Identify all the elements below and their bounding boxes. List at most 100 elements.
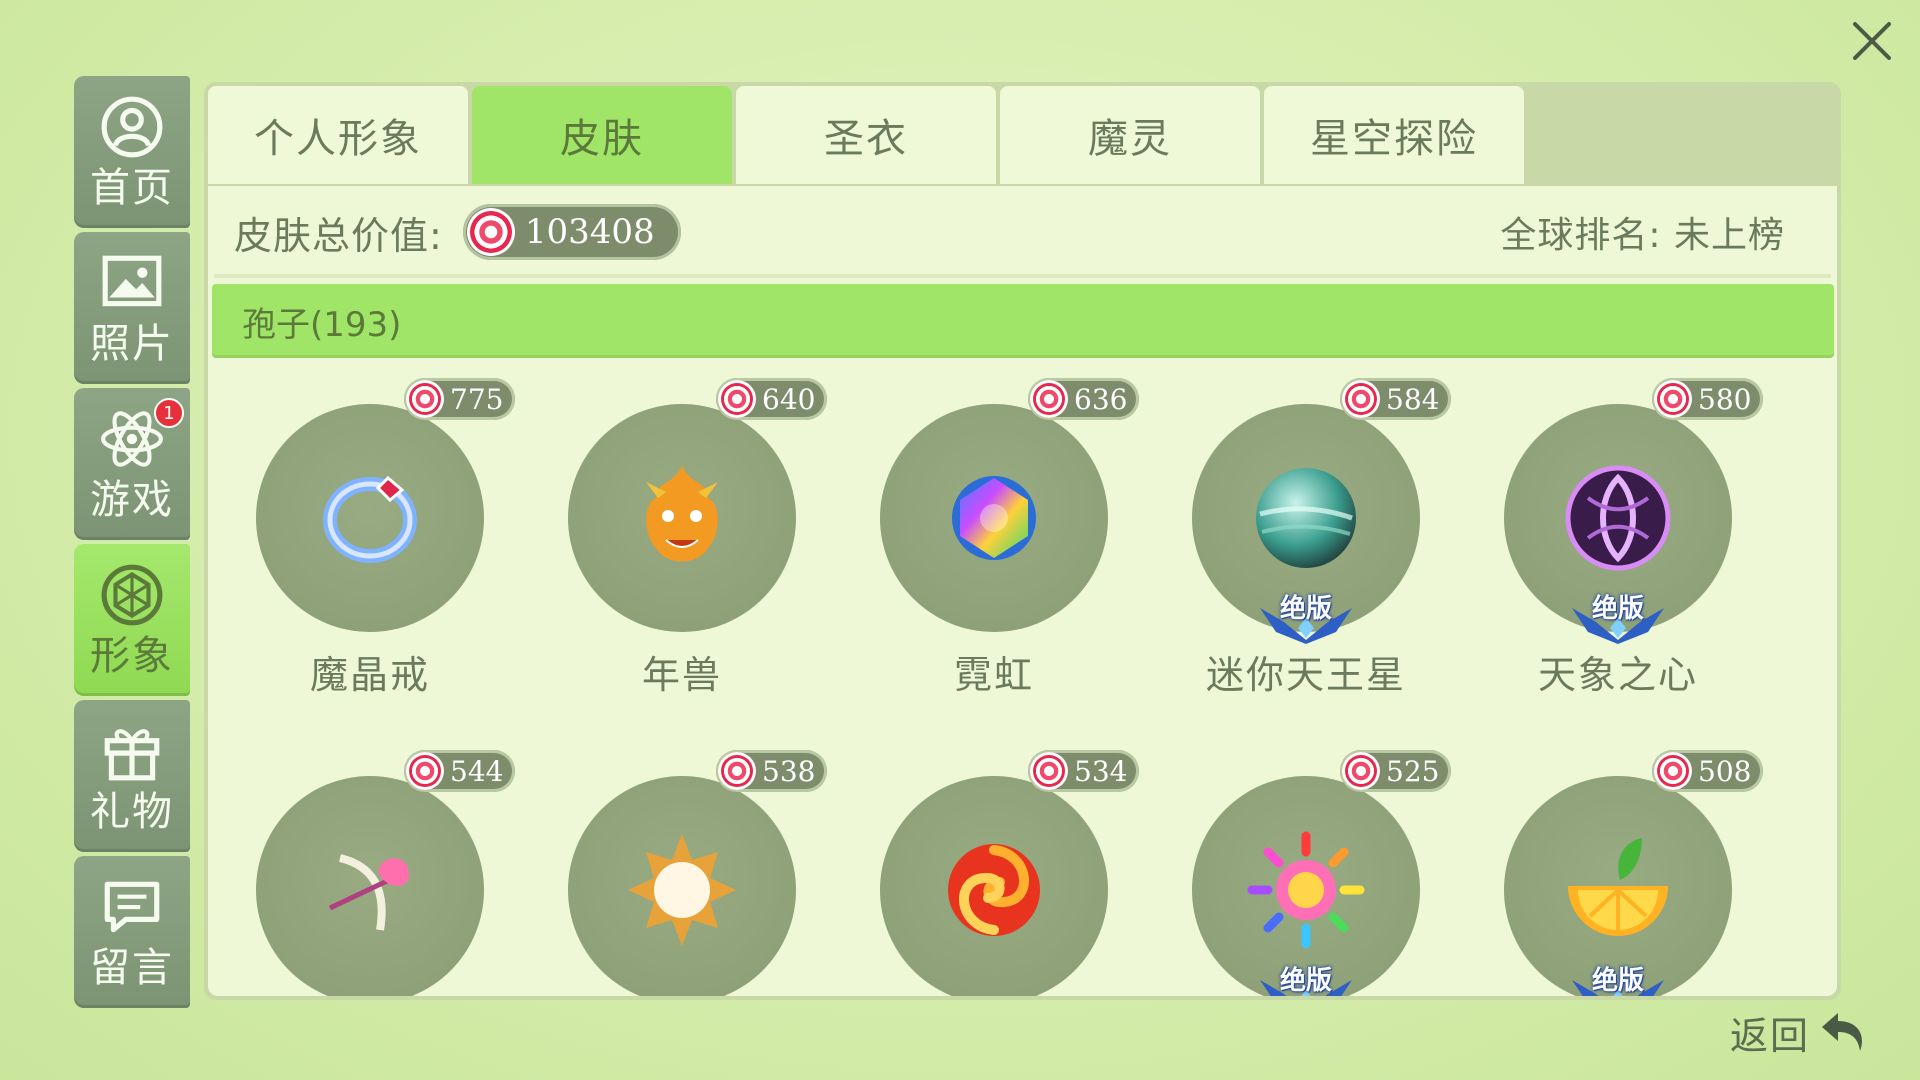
candy-coin-icon [718, 380, 756, 418]
candy-coin-icon [1030, 752, 1068, 790]
skin-name: 魔晶戒 [309, 653, 430, 697]
category-header-spores[interactable]: 孢子(193) [212, 284, 1834, 358]
skin-item[interactable]: 584 绝版 迷你天王星 [1144, 366, 1452, 706]
price-pill: 584 [1340, 378, 1452, 420]
back-label: 返回 [1730, 1013, 1811, 1058]
candy-coin-icon [406, 380, 444, 418]
candy-coin-icon [406, 752, 444, 790]
skin-name: 年兽 [641, 653, 722, 697]
price-value: 775 [450, 382, 504, 416]
skin-item[interactable]: 508 绝版 [1456, 738, 1764, 996]
sidebar-item-gifts[interactable]: 礼物 [74, 700, 190, 852]
magic-ring-icon [310, 458, 430, 578]
candy-coin-icon [1030, 380, 1068, 418]
tab-skins[interactable]: 皮肤 [472, 86, 732, 184]
price-pill: 544 [404, 750, 516, 792]
skin-name: 霓虹 [953, 653, 1034, 697]
skin-item[interactable]: 775 魔晶戒 [208, 366, 516, 706]
limited-label: 绝版 [1591, 594, 1644, 624]
skin-item[interactable]: 580 绝版 天象之心 [1456, 366, 1764, 706]
user-icon [101, 96, 163, 158]
global-rank: 全球排名: 未上榜 [1500, 215, 1785, 256]
sidebar-item-home[interactable]: 首页 [74, 76, 190, 228]
gift-icon [104, 729, 160, 781]
candy-coin-icon [1342, 380, 1380, 418]
price-value: 580 [1698, 382, 1752, 416]
price-pill: 775 [404, 378, 516, 420]
candy-coin-icon [1342, 752, 1380, 790]
price-pill: 508 [1652, 750, 1764, 792]
sidebar-item-messages[interactable]: 留言 [74, 856, 190, 1008]
price-value: 636 [1074, 382, 1128, 416]
skin-value-summary: 皮肤总价值: 103408 [234, 200, 681, 264]
skin-item[interactable]: 544 [208, 738, 516, 996]
orange-slice-icon [1558, 830, 1678, 950]
candy-coin-icon [466, 208, 515, 256]
tab-star-exploration[interactable]: 星空探险 [1264, 86, 1524, 184]
neon-orb-icon [934, 458, 1054, 578]
tab-bar: 个人形象 皮肤 圣衣 魔灵 星空探险 [208, 86, 1524, 184]
back-button[interactable]: 返回 [1730, 1000, 1870, 1064]
nian-beast-icon [622, 458, 742, 578]
price-pill: 525 [1340, 750, 1452, 792]
skin-item[interactable]: 538 [520, 738, 828, 996]
candy-coin-icon [718, 752, 756, 790]
limited-label: 绝版 [1279, 966, 1332, 996]
tab-spirits[interactable]: 魔灵 [1000, 86, 1260, 184]
price-value: 538 [762, 754, 816, 788]
divider [214, 274, 1831, 278]
sidebar-item-appearance[interactable]: 形象 [74, 544, 190, 696]
limited-edition-badge: 绝版 [1568, 588, 1668, 644]
candy-coin-icon [1654, 752, 1692, 790]
rainbow-sun-icon [1246, 830, 1366, 950]
close-button[interactable] [1840, 10, 1904, 74]
sidebar-item-photos[interactable]: 照片 [74, 232, 190, 384]
price-pill: 636 [1028, 378, 1140, 420]
return-arrow-icon [1822, 1013, 1862, 1051]
sidebar-item-label: 照片 [90, 321, 174, 367]
price-pill: 580 [1652, 378, 1764, 420]
skin-item[interactable]: 640 年兽 [520, 366, 828, 706]
message-icon [104, 881, 160, 933]
limited-label: 绝版 [1591, 966, 1644, 996]
gem-icon [101, 564, 163, 626]
skin-name: 迷你天王星 [1205, 653, 1406, 697]
celestial-heart-icon [1558, 458, 1678, 578]
photo-icon [102, 255, 162, 307]
main-panel: 个人形象 皮肤 圣衣 魔灵 星空探险 皮肤总价值: 103408 全球排名: 未… [204, 82, 1841, 1000]
sidebar: 首页 照片 游戏 1 形象 礼物 留言 [74, 76, 190, 1008]
sidebar-item-games[interactable]: 游戏 1 [74, 388, 190, 540]
total-value-pill: 103408 [462, 204, 681, 260]
price-pill: 534 [1028, 750, 1140, 792]
notification-badge: 1 [154, 398, 184, 428]
limited-edition-badge: 绝版 [1568, 960, 1668, 996]
price-value: 640 [762, 382, 816, 416]
fire-swirl-icon [934, 830, 1054, 950]
price-value: 508 [1698, 754, 1752, 788]
skin-item[interactable]: 534 [832, 738, 1140, 996]
price-value: 544 [450, 754, 504, 788]
skin-item[interactable]: 525 绝版 [1144, 738, 1452, 996]
limited-edition-badge: 绝版 [1256, 588, 1356, 644]
limited-edition-badge: 绝版 [1256, 960, 1356, 996]
candy-coin-icon [1654, 380, 1692, 418]
mini-uranus-icon [1246, 458, 1366, 578]
skin-item[interactable]: 636 霓虹 [832, 366, 1140, 706]
price-value: 525 [1386, 754, 1440, 788]
sidebar-item-label: 形象 [90, 633, 174, 679]
tab-holy-armor[interactable]: 圣衣 [736, 86, 996, 184]
price-pill: 538 [716, 750, 828, 792]
price-value: 584 [1386, 382, 1440, 416]
sidebar-item-label: 首页 [90, 165, 174, 211]
total-value-label: 皮肤总价值: [234, 213, 443, 258]
skin-name: 天象之心 [1537, 653, 1698, 697]
tab-personal-image[interactable]: 个人形象 [208, 86, 468, 184]
total-value: 103408 [524, 212, 655, 252]
price-value: 534 [1074, 754, 1128, 788]
sidebar-item-label: 礼物 [90, 789, 174, 835]
skins-content: 皮肤总价值: 103408 全球排名: 未上榜 孢子(193) 775 魔晶戒 … [208, 186, 1837, 996]
sidebar-item-label: 留言 [90, 945, 174, 991]
skin-grid: 775 魔晶戒 640 年兽 636 霓虹 584 绝版 迷你天王星 580 绝… [208, 366, 1837, 996]
limited-label: 绝版 [1279, 594, 1332, 624]
sidebar-item-label: 游戏 [90, 477, 174, 523]
